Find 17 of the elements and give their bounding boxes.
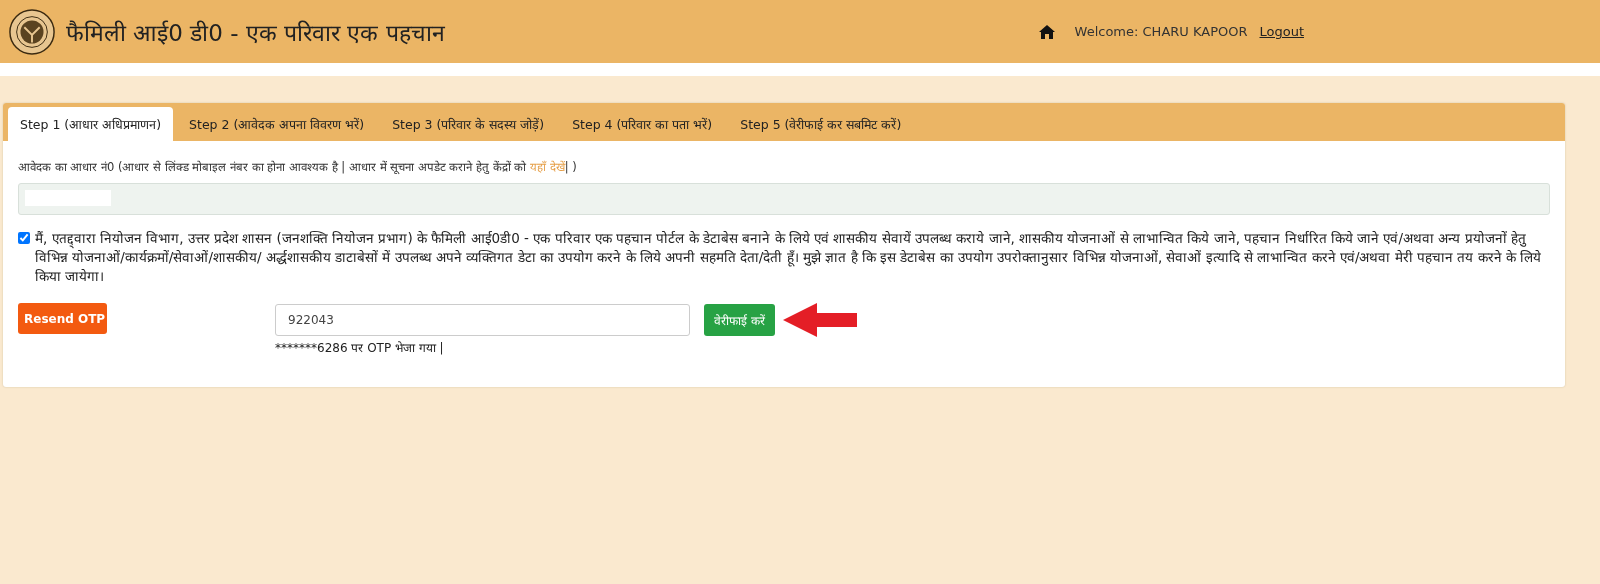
- home-icon[interactable]: [1038, 24, 1055, 39]
- step-tab[interactable]: Step 5 (वेरीफाई कर सबमिट करें): [728, 107, 914, 141]
- step-tab[interactable]: Step 1 (आधार अधिप्रमाणन): [8, 107, 174, 141]
- step-tab[interactable]: Step 4 (परिवार का पता भरें): [560, 107, 725, 141]
- consent-checkbox[interactable]: [18, 232, 30, 244]
- step-tab[interactable]: Step 3 (परिवार के सदस्य जोड़ें): [380, 107, 557, 141]
- site-title: फैमिली आई0 डी0 - एक परिवार एक पहचान: [66, 18, 445, 48]
- welcome-text: Welcome: CHARU KAPOOR: [1074, 24, 1248, 39]
- consent-text: मैं, एतद्द्वारा नियोजन विभाग, उत्तर प्रदेश शासन (जनशक्ति नियोजन प्रभाग) के फैमिली आई0डी0 - एक परिवार एक पहचान पोर्टल के डेटाबेस बनाने के लिये एवं शासकीय सेवायें उपलब्ध कराये जाने, शासकीय योजनाओं से लाभान्वित किये जाने, पहचान निर्धारित किये जाने एवं/अथवा अन्य प्रयोजनों हेतु विभिन्न योजनाओं/कार्यक्रमों/सेवाओं/शासकीय/ अर्द्धशासकीय डाटाबेसों में उपलब्ध अपने व्यक्तिगत डेटा का उपयोग करने के लिये अपनी सहमति देता/देती हूँ। मुझे ज्ञात है कि इस डेटाबेस का उपयोग उपरोक्तानुसार विभिन्न योजनाओं, सेवाओं इत्यादि से लाभान्वित करने एवं/अथवा मेरी पहचान तय करने के लिये किया जायेगा।: [35, 229, 1543, 286]
- emblem-logo: [8, 7, 56, 56]
- aadhaar-label: आवेदक का आधार नं0 (आधार से लिंक्ड मोबाइल नंबर का होना आवश्यक है | आधार में सूचना अपडेट कराने हेतु केंद्रों को यहाँ देखें| ): [18, 159, 578, 174]
- logout-link[interactable]: Logout: [1259, 24, 1304, 39]
- step-tab[interactable]: Step 2 (आवेदक अपना विवरण भरें): [177, 107, 377, 141]
- otp-sent-note: *******6286 पर OTP भेजा गया |: [275, 340, 445, 356]
- otp-field[interactable]: 922043: [275, 304, 690, 336]
- arrow-icon: [782, 303, 857, 337]
- aadhaar-field[interactable]: [18, 183, 1550, 215]
